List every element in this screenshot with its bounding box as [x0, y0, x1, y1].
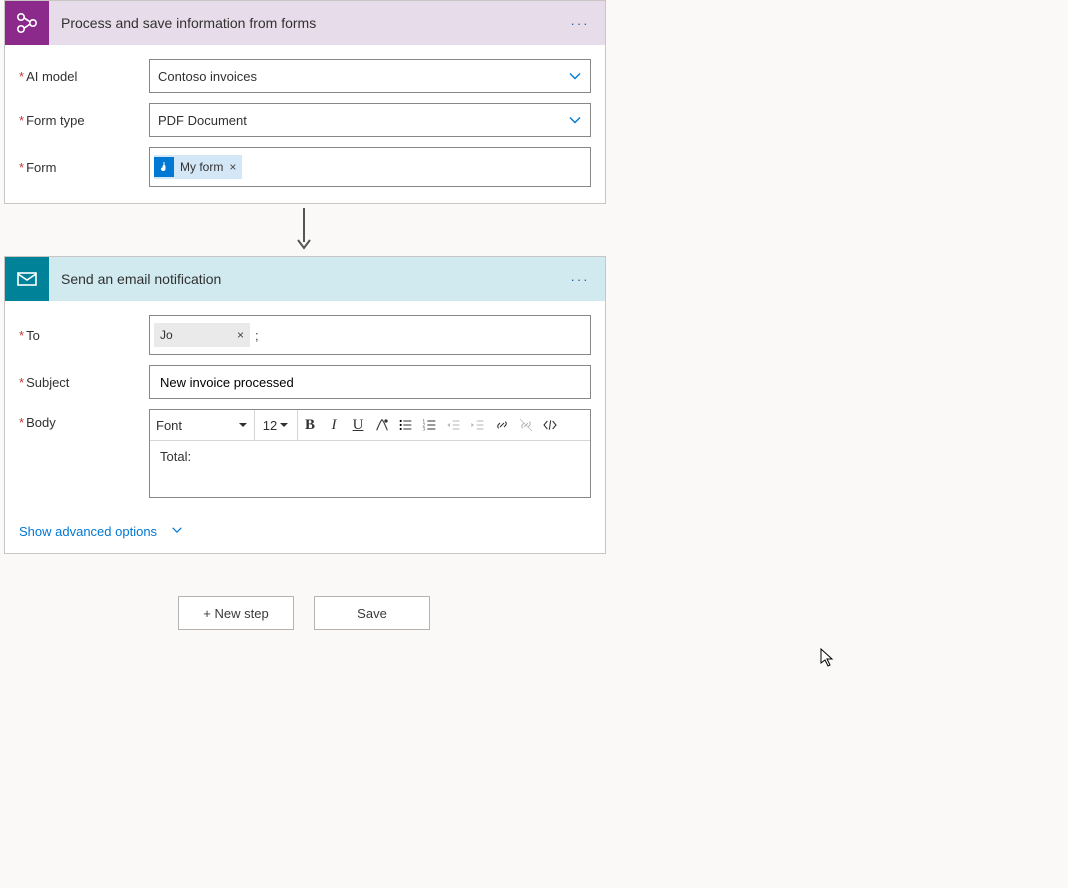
form-input[interactable]: My form ×: [149, 147, 591, 187]
italic-button[interactable]: I: [322, 410, 346, 440]
step-card-email: Send an email notification ··· *To Jo × …: [4, 256, 606, 554]
mail-icon: [5, 257, 49, 301]
unlink-button[interactable]: [514, 410, 538, 440]
cursor-icon: [820, 648, 836, 668]
caret-down-icon: [238, 420, 248, 430]
step-menu-button[interactable]: ···: [565, 16, 595, 31]
flow-connector: [4, 208, 604, 250]
field-label-form: *Form: [19, 160, 149, 175]
subject-input[interactable]: [149, 365, 591, 399]
step-menu-button[interactable]: ···: [565, 272, 595, 287]
svg-text:1: 1: [423, 419, 426, 424]
field-label-subject: *Subject: [19, 375, 149, 390]
bullet-list-button[interactable]: [394, 410, 418, 440]
font-picker[interactable]: Font: [150, 410, 255, 440]
step-card-ai-builder: Process and save information from forms …: [4, 0, 606, 204]
font-color-button[interactable]: [370, 410, 394, 440]
chevron-down-icon: [568, 69, 582, 83]
svg-text:3: 3: [423, 427, 426, 432]
remove-token-icon[interactable]: ×: [229, 160, 236, 174]
field-label-ai-model: *AI model: [19, 69, 149, 84]
field-label-to: *To: [19, 328, 149, 343]
step-title: Send an email notification: [49, 271, 565, 287]
indent-button[interactable]: [466, 410, 490, 440]
footer-actions: + New step Save: [4, 596, 604, 630]
subject-field[interactable]: [158, 374, 582, 391]
touch-icon: [154, 157, 174, 177]
chevron-down-icon: [171, 524, 183, 539]
recipient-token[interactable]: Jo ×: [154, 323, 250, 347]
field-label-form-type: *Form type: [19, 113, 149, 128]
save-button[interactable]: Save: [314, 596, 430, 630]
body-editor: Font 12 B I U: [149, 409, 591, 498]
to-input[interactable]: Jo × ;: [149, 315, 591, 355]
step-header[interactable]: Process and save information from forms …: [5, 1, 605, 45]
svg-text:2: 2: [423, 423, 426, 428]
outdent-button[interactable]: [442, 410, 466, 440]
step-header[interactable]: Send an email notification ···: [5, 257, 605, 301]
field-label-body: *Body: [19, 409, 149, 430]
ai-builder-icon: [5, 1, 49, 45]
editor-toolbar: Font 12 B I U: [150, 410, 590, 441]
ai-model-select[interactable]: Contoso invoices: [149, 59, 591, 93]
new-step-button[interactable]: + New step: [178, 596, 294, 630]
show-advanced-link[interactable]: Show advanced options: [19, 524, 183, 539]
form-token[interactable]: My form ×: [154, 155, 242, 179]
number-list-button[interactable]: 123: [418, 410, 442, 440]
link-button[interactable]: [490, 410, 514, 440]
caret-down-icon: [279, 420, 289, 430]
bold-button[interactable]: B: [298, 410, 322, 440]
step-title: Process and save information from forms: [49, 15, 565, 31]
underline-button[interactable]: U: [346, 410, 370, 440]
form-type-select[interactable]: PDF Document: [149, 103, 591, 137]
chevron-down-icon: [568, 113, 582, 127]
font-size-picker[interactable]: 12: [255, 410, 298, 440]
remove-token-icon[interactable]: ×: [237, 328, 244, 342]
code-view-button[interactable]: [538, 410, 562, 440]
body-content[interactable]: Total:: [150, 441, 590, 497]
